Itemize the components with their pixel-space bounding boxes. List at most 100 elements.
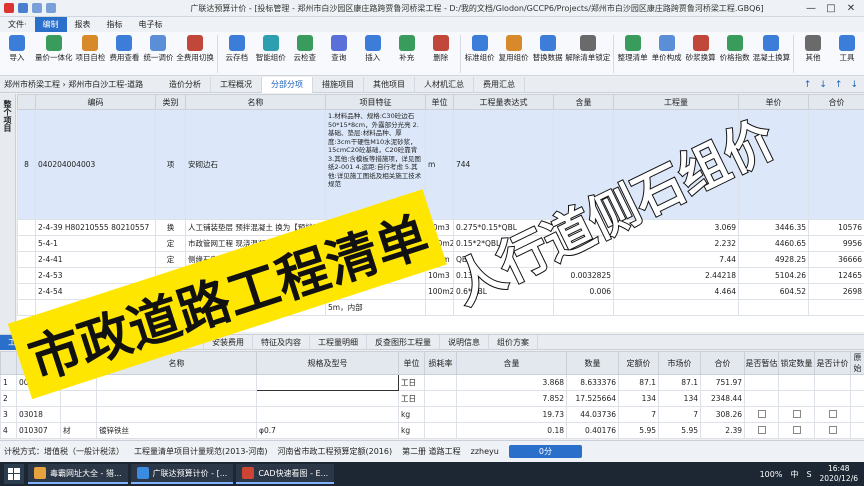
cell-spec[interactable] [256,374,399,391]
cell-total[interactable]: 308.26 [700,406,745,423]
cell-expr[interactable]: 744 [453,109,554,220]
ribbon-button[interactable]: 其他 [799,35,827,62]
ribbon-button[interactable]: 砂浆换算 [686,35,716,62]
column-header[interactable]: 含量 [553,94,614,110]
arrow-up-icon[interactable]: ↑ [804,80,812,90]
table-row[interactable]: 100010工日3.8688.63337687.187.1751.97 [0,374,864,391]
cell-market[interactable]: 87.1 [658,374,701,391]
sogou-icon[interactable]: S [806,470,811,479]
arrow-down-icon[interactable]: ↓ [850,80,858,90]
table-row[interactable]: 3 03018 kg 19.73 44.03736 7 7 308.26 [0,406,864,423]
ribbon-button[interactable]: 智能组价 [256,35,286,62]
menu-index[interactable]: 指标 [99,17,131,32]
cell-qty[interactable]: 7.44 [613,251,739,268]
column-header[interactable]: 单位 [398,351,425,375]
cell-qty[interactable]: 2.44218 [613,267,739,284]
tab-cost-analysis[interactable]: 造价分析 [160,76,211,93]
column-header[interactable]: 损耗率 [424,351,457,375]
cell-price[interactable]: 604.52 [738,283,809,300]
taskbar-app-browser[interactable]: 毒霸网址大全 - 猎... [28,464,128,484]
cell-name[interactable] [96,374,257,391]
column-header[interactable]: 定额价 [618,351,659,375]
cell-code[interactable]: 14350300 [16,438,61,439]
cell-total[interactable] [808,299,864,316]
cell-base[interactable]: 87.1 [618,374,659,391]
cell-code[interactable]: 2-4-39 H80210555 80210557 [35,219,156,236]
table-row[interactable]: 4 010307 材镀锌铁丝 φ0.7 kg 0.18 0.40176 5.95 5.95 2.3… [0,422,864,439]
cell-type[interactable]: 项 [155,109,186,220]
cell-unit[interactable]: kg [398,406,425,423]
project-tree-strip[interactable]: 整个项目 [0,94,16,334]
lower-tab[interactable]: 工程量明细 [310,334,367,350]
cell-type[interactable]: 定 [155,251,186,268]
ribbon-button[interactable]: 解除清单锁定 [565,35,610,62]
arrow-down-icon[interactable]: ↓ [819,80,827,90]
table-row[interactable]: 2-4-39 H80210555 80210557 换人工铺装垫层 预拌混凝土 换… [17,219,864,236]
cell-code[interactable]: 040204004003 [35,109,156,220]
ribbon-button[interactable]: 单价构成 [652,35,682,62]
ribbon-button[interactable]: 量价一体化 [35,35,72,62]
checkbox[interactable] [778,438,815,439]
cell-spec[interactable]: φ0.7 [256,422,399,439]
checkbox[interactable] [814,390,851,407]
cell-no[interactable]: 1 [0,374,17,391]
menu-edit[interactable]: 编制 [34,17,67,32]
column-header[interactable]: 是否暂估 [744,351,779,375]
cell-market[interactable]: 1.79 [658,438,701,439]
cell-price[interactable]: 5104.26 [738,267,809,284]
cell-base[interactable]: 134 [618,390,659,407]
cell-ratio[interactable]: 0.18 [456,422,567,439]
ribbon-button[interactable]: 全费用切换 [176,35,214,62]
ribbon-button[interactable]: 查询 [325,35,353,62]
lower-tab[interactable]: 组价方案 [489,334,538,350]
cell-qty_ratio[interactable] [553,299,614,316]
tab-measures[interactable]: 措施项目 [313,76,364,93]
tab-fee-summary[interactable]: 费用汇总 [474,76,525,93]
cell-price[interactable]: 4928.25 [738,251,809,268]
taskbar-app-cad[interactable]: CAD快速看图 - E... [236,464,335,484]
close-button[interactable]: ✕ [844,3,858,14]
minimize-button[interactable]: — [804,3,818,14]
ribbon-button[interactable]: 标准组价 [465,35,495,62]
taskbar-app-glodon[interactable]: 广联达预算计价 - [... [130,464,234,484]
cell-name[interactable]: 安砌边石 [185,109,326,220]
column-header[interactable]: 是否计价 [814,351,851,375]
cell-ratio[interactable]: 3.868 [456,374,567,391]
cell-loss[interactable] [424,390,457,407]
column-header[interactable]: 含量 [456,351,567,375]
tab-resources-summary[interactable]: 人材机汇总 [415,76,474,93]
column-header[interactable]: 名称 [185,94,326,110]
cell-price[interactable]: 4460.65 [738,235,809,252]
cell-type[interactable]: 材 [60,438,97,439]
cell-name[interactable] [96,390,257,407]
column-header[interactable]: 锁定数量 [778,351,815,375]
cell-code[interactable]: 03018 [16,406,61,423]
checkbox[interactable] [744,374,779,391]
cell-total[interactable]: 9956 [808,235,864,252]
column-header[interactable]: 原始 [850,351,864,375]
cell-code[interactable]: 010307 [16,422,61,439]
cell-qty[interactable]: 0.40176 [566,422,619,439]
cell-qty[interactable]: 22.32 [566,438,619,439]
cell-unit[interactable]: 工日 [398,390,425,407]
ribbon-button[interactable]: 工具 [833,35,861,62]
column-header[interactable]: 编码 [35,94,156,110]
cell-feature[interactable]: 5m，内部 [325,299,426,316]
cell-total[interactable]: 2.39 [700,422,745,439]
cell-no[interactable] [17,235,36,252]
menu-file[interactable]: 文件· [0,17,35,32]
ribbon-button[interactable]: 统一调价 [143,35,173,62]
cell-spec[interactable] [256,438,399,439]
checkbox[interactable] [778,374,815,391]
ribbon-button[interactable]: 整理清单 [618,35,648,62]
cell-spec[interactable] [256,390,399,407]
menu-report[interactable]: 报表 [67,17,99,32]
lower-tab[interactable]: 反查图形工程量 [367,334,440,350]
cell-no[interactable]: 8 [17,109,36,220]
cell-ratio[interactable]: 19.73 [456,406,567,423]
cell-base[interactable]: 5.95 [618,422,659,439]
cell-name[interactable] [96,406,257,423]
cell-market[interactable]: 5.95 [658,422,701,439]
cell-type[interactable] [60,390,97,407]
ribbon-button[interactable]: 导入 [3,35,31,62]
